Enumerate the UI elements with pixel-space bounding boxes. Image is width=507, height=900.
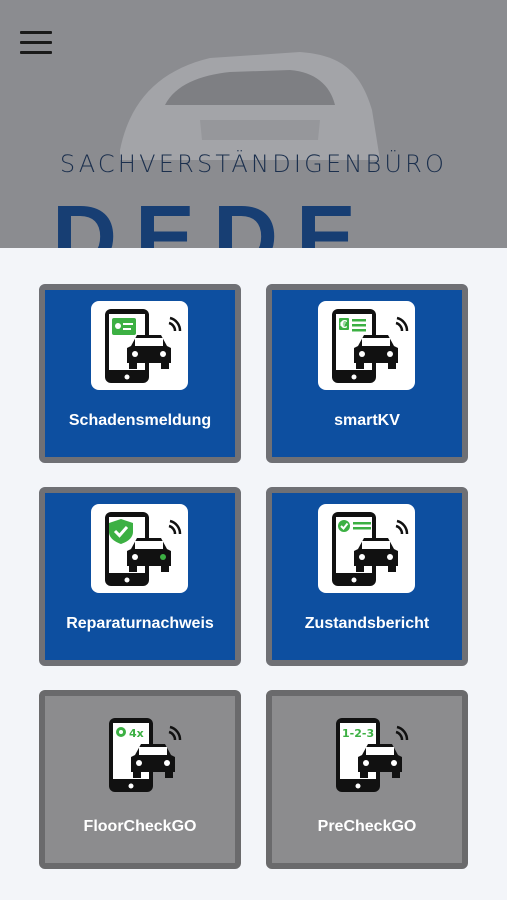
hamburger-menu-icon[interactable] <box>14 24 58 60</box>
svg-text:€: € <box>339 318 348 331</box>
phone-car-123-icon: 1-2-3 <box>336 718 409 792</box>
header-banner: SACHVERSTÄNDIGENBÜRO DEDE <box>0 0 507 248</box>
tile-zustandsbericht[interactable]: Zustandsbericht <box>266 487 468 666</box>
phone-car-euro-icon: € <box>318 301 415 390</box>
tile-label: PreCheckGO <box>317 818 417 835</box>
badge-4x: 4x <box>129 727 144 740</box>
badge-123: 1-2-3 <box>342 727 374 740</box>
tile-floorcheckgo[interactable]: 4x FloorCheckGO <box>39 690 241 869</box>
company-subtitle: SACHVERSTÄNDIGENBÜRO <box>59 150 448 178</box>
tile-precheckgo[interactable]: 1-2-3 PreCheckGO <box>266 690 468 869</box>
brand-logo-text: DEDE <box>52 188 375 248</box>
tile-label: smartKV <box>334 412 400 429</box>
phone-car-id-card-icon <box>91 301 188 390</box>
tile-reparaturnachweis[interactable]: Reparaturnachweis <box>39 487 241 666</box>
tile-label: Zustandsbericht <box>304 615 430 632</box>
phone-car-shield-check-icon <box>91 504 188 593</box>
tile-label: Reparaturnachweis <box>66 615 214 632</box>
tile-label: Schadensmeldung <box>68 412 212 429</box>
phone-car-checklist-icon <box>318 504 415 593</box>
phone-car-4x-icon: 4x <box>109 718 182 792</box>
tile-schadensmeldung[interactable]: Schadensmeldung <box>39 284 241 463</box>
tile-smartkv[interactable]: € smartKV <box>266 284 468 463</box>
tile-label: FloorCheckGO <box>83 818 197 835</box>
tile-grid: Schadensmeldung € smartKV Reparaturnachw… <box>0 248 507 900</box>
